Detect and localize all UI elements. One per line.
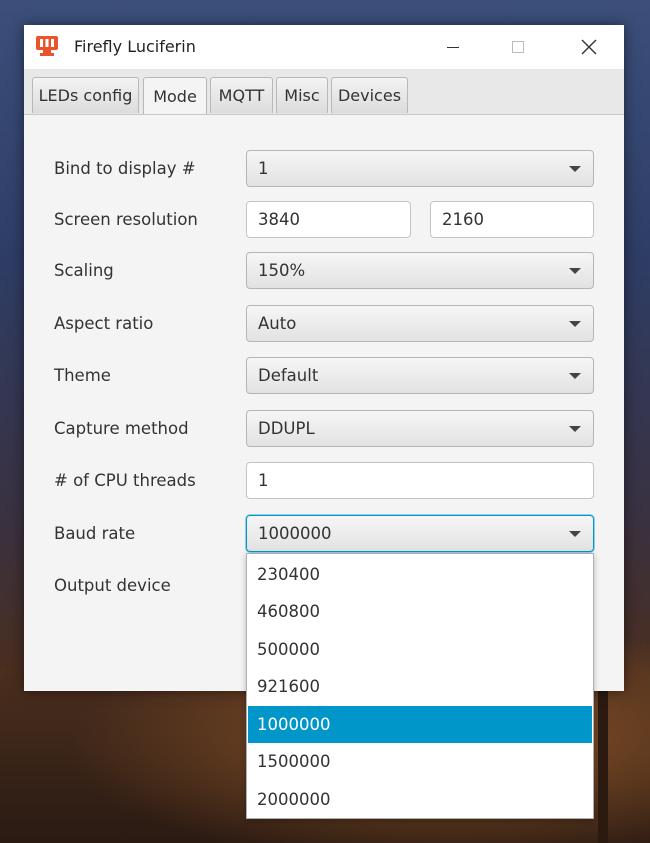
tab-mode[interactable]: Mode xyxy=(143,77,207,114)
baud-rate-value: 1000000 xyxy=(258,524,332,543)
resolution-height-field[interactable]: 2160 xyxy=(430,201,594,238)
output-device-label: Output device xyxy=(54,576,171,595)
screen-resolution-label: Screen resolution xyxy=(54,210,198,229)
tab-misc[interactable]: Misc xyxy=(276,77,328,113)
aspect-ratio-label: Aspect ratio xyxy=(54,314,154,333)
tab-mqtt[interactable]: MQTT xyxy=(210,77,273,113)
chevron-down-icon xyxy=(569,373,581,379)
chevron-down-icon xyxy=(569,426,581,432)
cpu-threads-field[interactable]: 1 xyxy=(246,462,594,499)
baud-option-1000000[interactable]: 1000000 xyxy=(248,706,592,743)
window-title: Firefly Luciferin xyxy=(74,37,196,56)
firefly-app-icon xyxy=(36,36,58,56)
chevron-down-icon xyxy=(569,531,581,537)
tab-leds-config[interactable]: LEDs config xyxy=(32,77,139,113)
capture-method-select[interactable]: DDUPL xyxy=(246,410,594,447)
baud-option-500000[interactable]: 500000 xyxy=(248,631,592,668)
close-icon xyxy=(581,39,597,55)
aspect-ratio-select[interactable]: Auto xyxy=(246,305,594,342)
resolution-width-field[interactable]: 3840 xyxy=(246,201,411,238)
bind-display-select[interactable]: 1 xyxy=(246,150,594,187)
scaling-select[interactable]: 150% xyxy=(246,252,594,289)
bind-display-value: 1 xyxy=(258,159,269,178)
baud-rate-select[interactable]: 1000000 xyxy=(246,515,594,552)
title-bar[interactable]: Firefly Luciferin xyxy=(24,25,624,69)
minimize-icon xyxy=(447,46,459,48)
aspect-ratio-value: Auto xyxy=(258,314,297,333)
capture-method-value: DDUPL xyxy=(258,419,315,438)
theme-label: Theme xyxy=(54,366,111,385)
chevron-down-icon xyxy=(569,321,581,327)
minimize-button[interactable] xyxy=(430,25,476,69)
theme-select[interactable]: Default xyxy=(246,357,594,394)
theme-value: Default xyxy=(258,366,319,385)
baud-option-2000000[interactable]: 2000000 xyxy=(248,781,592,818)
tab-bar: LEDs config Mode MQTT Misc Devices xyxy=(24,69,624,115)
cpu-threads-label: # of CPU threads xyxy=(54,471,196,490)
capture-method-label: Capture method xyxy=(54,419,189,438)
scaling-value: 150% xyxy=(258,261,306,280)
baud-option-460800[interactable]: 460800 xyxy=(248,593,592,630)
bind-display-label: Bind to display # xyxy=(54,159,196,178)
baud-option-230400[interactable]: 230400 xyxy=(248,556,592,593)
baud-option-1500000[interactable]: 1500000 xyxy=(248,743,592,780)
scaling-label: Scaling xyxy=(54,261,114,280)
chevron-down-icon xyxy=(569,166,581,172)
baud-rate-label: Baud rate xyxy=(54,524,136,543)
maximize-icon xyxy=(512,41,524,53)
maximize-button[interactable] xyxy=(495,25,541,69)
baud-option-921600[interactable]: 921600 xyxy=(248,668,592,705)
close-button[interactable] xyxy=(566,25,612,69)
baud-rate-dropdown-list: 230400 460800 500000 921600 1000000 1500… xyxy=(246,553,594,819)
tab-devices[interactable]: Devices xyxy=(331,77,408,113)
chevron-down-icon xyxy=(569,268,581,274)
